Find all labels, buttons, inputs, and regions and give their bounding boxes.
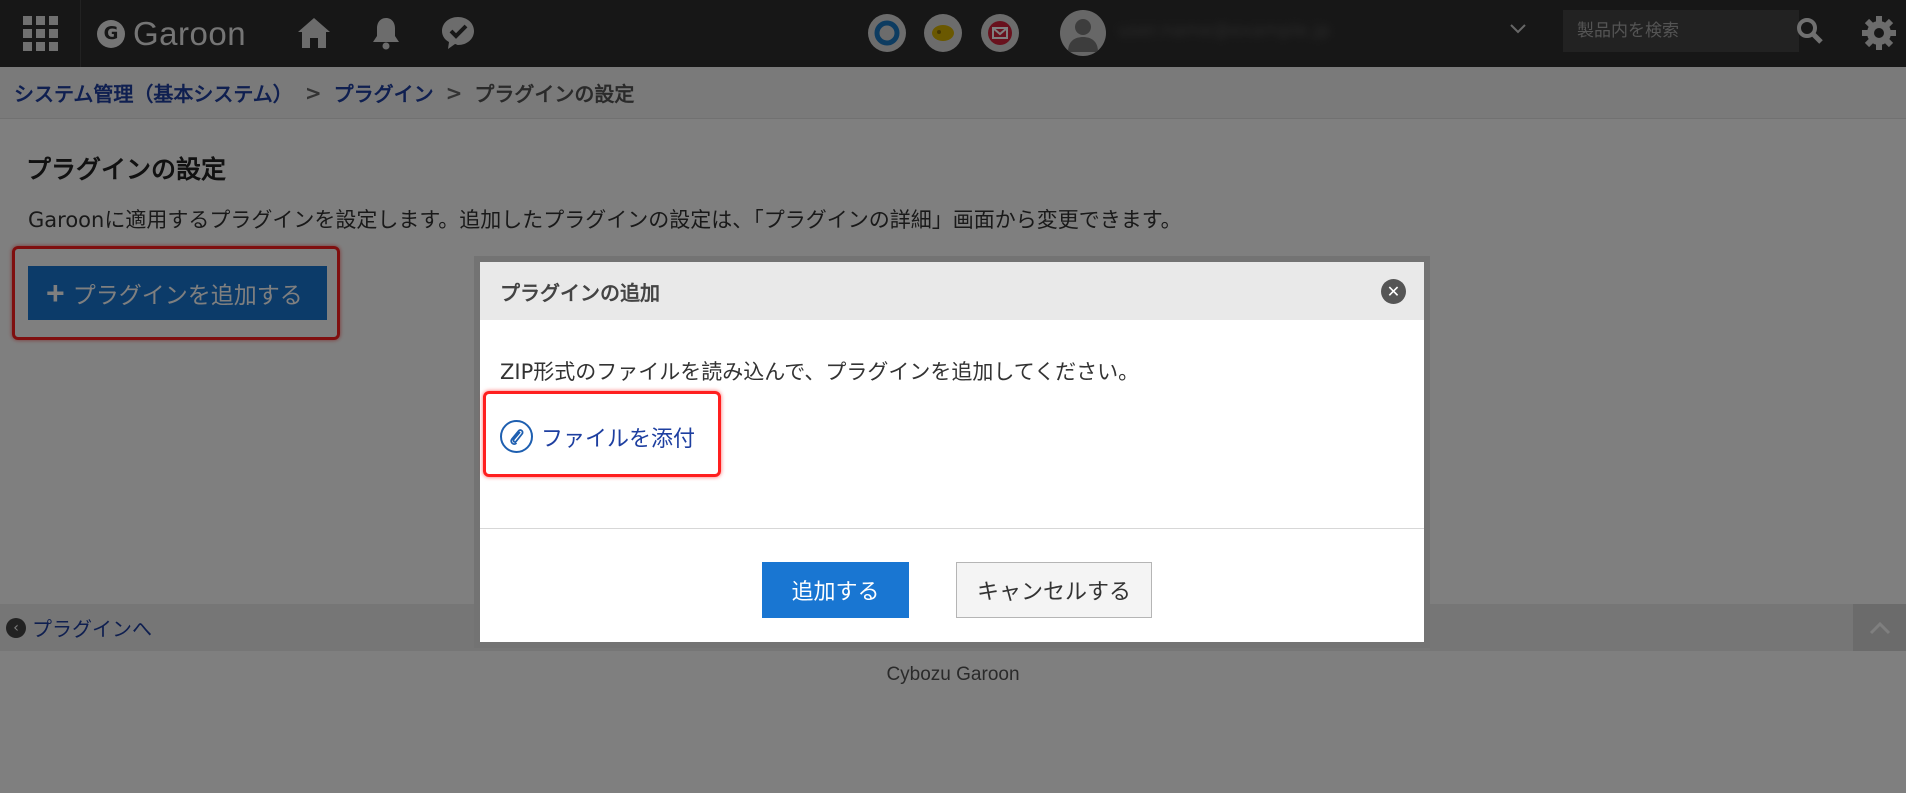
attach-file-label: ファイルを添付: [541, 426, 696, 452]
cancel-button[interactable]: キャンセルする: [956, 562, 1152, 618]
dialog-body: プラグインの追加 ✕ ZIP形式のファイルを読み込んで、プラグインを追加してくだ…: [480, 262, 1424, 642]
close-icon[interactable]: ✕: [1381, 279, 1406, 304]
paperclip-icon: [500, 420, 533, 453]
add-button[interactable]: 追加する: [762, 562, 909, 618]
attach-file-link[interactable]: ファイルを添付: [500, 420, 695, 453]
divider: [480, 528, 1424, 529]
dialog-message: ZIP形式のファイルを読み込んで、プラグインを追加してください。: [500, 360, 1140, 384]
dialog-title: プラグインの追加: [500, 280, 660, 305]
dialog-header: プラグインの追加 ✕: [480, 262, 1424, 320]
add-plugin-dialog: プラグインの追加 ✕ ZIP形式のファイルを読み込んで、プラグインを追加してくだ…: [474, 256, 1430, 648]
